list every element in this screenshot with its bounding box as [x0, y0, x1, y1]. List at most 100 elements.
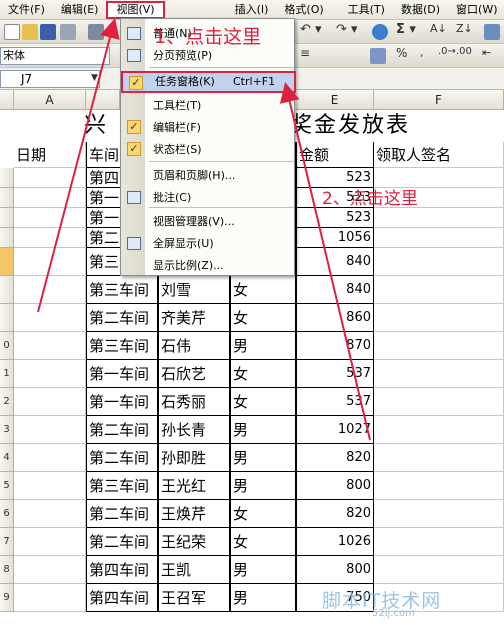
cell-date[interactable] — [14, 472, 86, 500]
cell-name[interactable]: 王光红 — [158, 472, 230, 500]
cell-name[interactable]: 王纪荣 — [158, 528, 230, 556]
cell-name[interactable]: 王召军 — [158, 584, 230, 612]
cell-name[interactable]: 齐美芹 — [158, 304, 230, 332]
cell-workshop[interactable]: 第二车间 — [86, 444, 158, 472]
cell-sign[interactable] — [374, 360, 504, 388]
cell-gender[interactable]: 女 — [230, 304, 296, 332]
cell-date[interactable] — [14, 556, 86, 584]
cell-sign[interactable] — [374, 276, 504, 304]
cell-amount[interactable]: 537 — [296, 388, 374, 416]
cell-gender[interactable]: 男 — [230, 444, 296, 472]
cell-date[interactable] — [14, 444, 86, 472]
cell-date[interactable] — [14, 528, 86, 556]
cell-date[interactable] — [14, 248, 86, 276]
view-menu-item[interactable]: ✓ 任务窗格(K) Ctrl+F1 — [121, 71, 296, 93]
header-cell-date[interactable]: 日期 — [14, 142, 86, 168]
cell-sign[interactable] — [374, 500, 504, 528]
cell-date[interactable] — [14, 188, 86, 208]
view-menu-item[interactable]: 显示比例(Z)... — [121, 255, 296, 277]
cell-amount[interactable]: 840 — [296, 276, 374, 304]
cell-name[interactable]: 王焕芹 — [158, 500, 230, 528]
cell-name[interactable]: 刘雪 — [158, 276, 230, 304]
shortcut-label: Ctrl+F1 — [233, 75, 276, 88]
view-menu-item[interactable]: 工具栏(T) — [121, 95, 296, 117]
view-menu-item[interactable]: 全屏显示(U) — [121, 233, 296, 255]
cell-amount[interactable]: 820 — [296, 444, 374, 472]
view-menu-item-label: 分页预览(P) — [153, 49, 213, 62]
cell-amount[interactable]: 800 — [296, 556, 374, 584]
cell-amount[interactable]: 840 — [296, 248, 374, 276]
cell-amount[interactable]: 1027 — [296, 416, 374, 444]
cell-gender[interactable]: 男 — [230, 416, 296, 444]
checkmark-icon: ✓ — [127, 120, 141, 134]
cell-sign[interactable] — [374, 208, 504, 228]
cell-date[interactable] — [14, 388, 86, 416]
view-menu-item[interactable]: ✓ 编辑栏(F) — [121, 117, 296, 139]
view-menu-item-label: 工具栏(T) — [153, 99, 202, 112]
cell-name[interactable]: 孙长青 — [158, 416, 230, 444]
cell-sign[interactable] — [374, 332, 504, 360]
cell-amount[interactable]: 800 — [296, 472, 374, 500]
cell-gender[interactable]: 女 — [230, 500, 296, 528]
cell-sign[interactable] — [374, 444, 504, 472]
cell-date[interactable] — [14, 228, 86, 248]
cell-sign[interactable] — [374, 556, 504, 584]
cell-amount[interactable]: 1056 — [296, 228, 374, 248]
cell-workshop[interactable]: 第三车间 — [86, 276, 158, 304]
fullscreen-icon — [127, 237, 141, 250]
cell-workshop[interactable]: 第二车间 — [86, 528, 158, 556]
cell-name[interactable]: 石秀丽 — [158, 388, 230, 416]
cell-gender[interactable]: 男 — [230, 584, 296, 612]
cell-amount[interactable]: 523 — [296, 208, 374, 228]
cell-date[interactable] — [14, 168, 86, 188]
cell-date[interactable] — [14, 416, 86, 444]
cell-gender[interactable]: 男 — [230, 332, 296, 360]
header-cell-sign[interactable]: 领取人签名 — [374, 142, 504, 168]
view-menu-item-label: 显示比例(Z)... — [153, 259, 224, 272]
cell-gender[interactable]: 女 — [230, 528, 296, 556]
header-cell-amount[interactable]: 金额 — [296, 142, 374, 168]
cell-date[interactable] — [14, 208, 86, 228]
cell-sign[interactable] — [374, 472, 504, 500]
cell-sign[interactable] — [374, 304, 504, 332]
cell-amount[interactable]: 537 — [296, 360, 374, 388]
cell-sign[interactable] — [374, 388, 504, 416]
cell-workshop[interactable]: 第三车间 — [86, 332, 158, 360]
cell-name[interactable]: 王凯 — [158, 556, 230, 584]
cell-sign[interactable] — [374, 228, 504, 248]
cell-workshop[interactable]: 第一车间 — [86, 360, 158, 388]
cell-date[interactable] — [14, 360, 86, 388]
cell-workshop[interactable]: 第二车间 — [86, 500, 158, 528]
cell-date[interactable] — [14, 500, 86, 528]
cell-amount[interactable]: 1026 — [296, 528, 374, 556]
cell-date[interactable] — [14, 304, 86, 332]
cell-date[interactable] — [14, 276, 86, 304]
view-menu-item[interactable]: ✓ 状态栏(S) — [121, 139, 296, 161]
cell-date[interactable] — [14, 332, 86, 360]
cell-workshop[interactable]: 第一车间 — [86, 388, 158, 416]
view-menu-item[interactable]: 页眉和页脚(H)... — [121, 165, 296, 187]
cell-workshop[interactable]: 第三车间 — [86, 472, 158, 500]
cell-sign[interactable] — [374, 528, 504, 556]
cell-gender[interactable]: 男 — [230, 472, 296, 500]
cell-name[interactable]: 孙即胜 — [158, 444, 230, 472]
cell-workshop[interactable]: 第四车间 — [86, 584, 158, 612]
view-menu-item[interactable]: 批注(C) — [121, 187, 296, 209]
cell-sign[interactable] — [374, 248, 504, 276]
cell-gender[interactable]: 女 — [230, 360, 296, 388]
cell-amount[interactable]: 870 — [296, 332, 374, 360]
cell-amount[interactable]: 860 — [296, 304, 374, 332]
cell-workshop[interactable]: 第二车间 — [86, 304, 158, 332]
cell-date[interactable] — [14, 584, 86, 612]
cell-workshop[interactable]: 第二车间 — [86, 416, 158, 444]
cell-gender[interactable]: 男 — [230, 556, 296, 584]
cell-amount[interactable]: 820 — [296, 500, 374, 528]
cell-name[interactable]: 石伟 — [158, 332, 230, 360]
view-menu-item-label: 状态栏(S) — [153, 143, 202, 156]
cell-name[interactable]: 石欣艺 — [158, 360, 230, 388]
cell-workshop[interactable]: 第四车间 — [86, 556, 158, 584]
cell-gender[interactable]: 女 — [230, 388, 296, 416]
cell-sign[interactable] — [374, 416, 504, 444]
cell-gender[interactable]: 女 — [230, 276, 296, 304]
view-menu-item[interactable]: 视图管理器(V)... — [121, 211, 296, 233]
